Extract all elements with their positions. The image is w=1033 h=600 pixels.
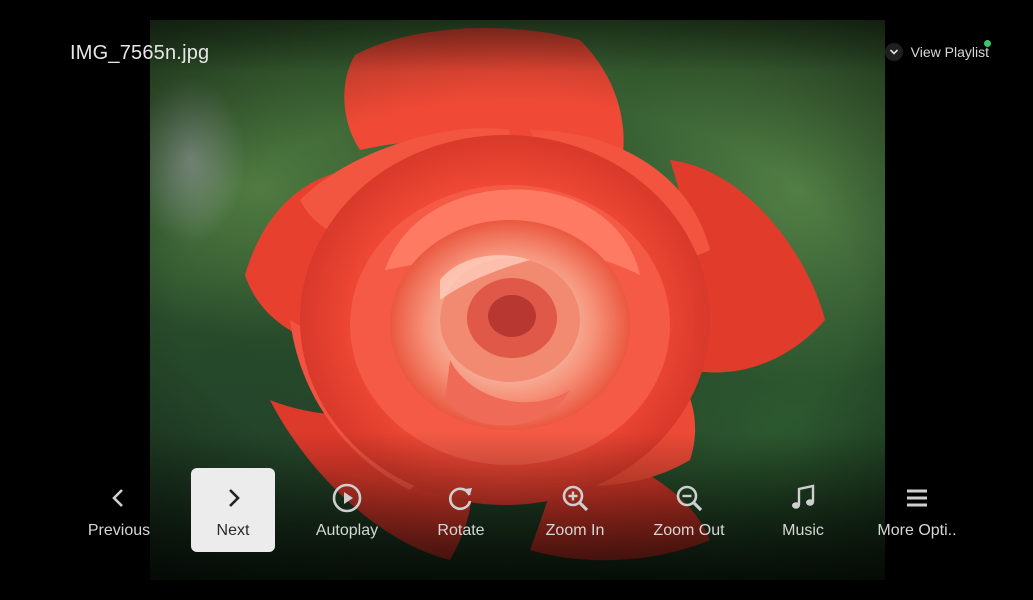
menu-icon xyxy=(897,478,937,518)
play-circle-icon xyxy=(327,478,367,518)
more-options-label: More Opti.. xyxy=(877,522,957,539)
view-playlist-label: View Playlist xyxy=(910,44,989,60)
chevron-right-icon xyxy=(213,478,253,518)
music-button[interactable]: Music xyxy=(761,468,845,552)
chevron-down-icon xyxy=(884,43,903,61)
music-note-icon xyxy=(783,478,823,518)
playlist-status-dot xyxy=(984,40,991,47)
photo-viewer: IMG_7565n.jpg View Playlist Previous Nex… xyxy=(0,0,1033,600)
chevron-left-icon xyxy=(99,478,139,518)
zoom-out-button[interactable]: Zoom Out xyxy=(647,468,731,552)
rotate-label: Rotate xyxy=(437,522,485,539)
zoom-in-button[interactable]: Zoom In xyxy=(533,468,617,552)
file-title: IMG_7565n.jpg xyxy=(70,42,210,64)
view-playlist-button[interactable]: View Playlist xyxy=(884,40,991,61)
zoom-in-label: Zoom In xyxy=(545,522,605,539)
previous-button[interactable]: Previous xyxy=(77,468,161,552)
control-bar: Previous Next Autoplay Rotate Zoom In Zo… xyxy=(0,468,1033,554)
next-label: Next xyxy=(216,522,250,539)
autoplay-button[interactable]: Autoplay xyxy=(305,468,389,552)
zoom-out-label: Zoom Out xyxy=(653,522,725,539)
rotate-button[interactable]: Rotate xyxy=(419,468,503,552)
zoom-out-icon xyxy=(669,478,709,518)
music-label: Music xyxy=(782,522,824,539)
autoplay-label: Autoplay xyxy=(315,522,379,539)
more-options-button[interactable]: More Opti.. xyxy=(875,468,959,552)
zoom-in-icon xyxy=(555,478,595,518)
previous-label: Previous xyxy=(87,522,151,539)
next-button[interactable]: Next xyxy=(191,468,275,552)
rotate-icon xyxy=(441,478,481,518)
